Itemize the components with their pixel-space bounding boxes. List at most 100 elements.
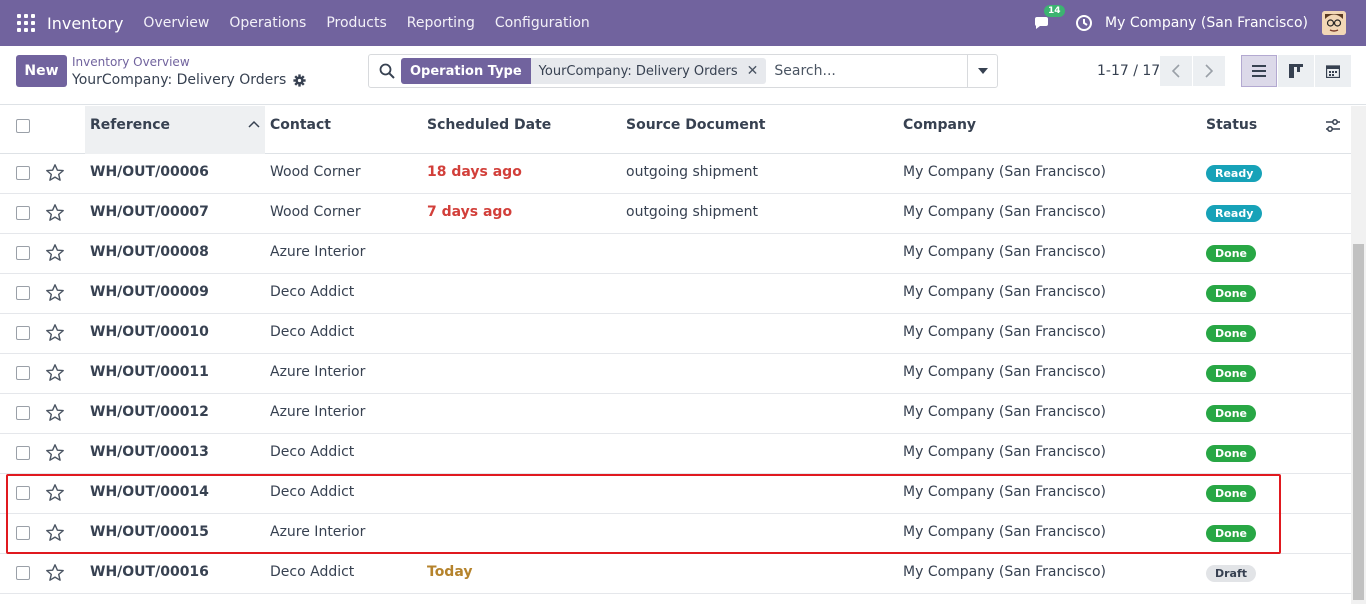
table-row[interactable]: WH/OUT/00010 Deco Addict My Company (San F… bbox=[0, 314, 1351, 354]
cell-reference: WH/OUT/00007 bbox=[90, 204, 209, 220]
star-icon[interactable] bbox=[45, 283, 65, 303]
table-row[interactable]: WH/OUT/00007 Wood Corner 7 days ago outgoin… bbox=[0, 194, 1351, 234]
star-icon[interactable] bbox=[45, 243, 65, 263]
cell-contact: Deco Addict bbox=[270, 484, 355, 500]
pager-next-button[interactable] bbox=[1193, 56, 1225, 86]
star-icon[interactable] bbox=[45, 563, 65, 583]
control-panel: New Inventory Overview YourCompany: Deli… bbox=[0, 46, 1366, 105]
star-icon[interactable] bbox=[45, 363, 65, 383]
apps-menu-icon[interactable] bbox=[17, 14, 35, 32]
scrollbar-thumb[interactable] bbox=[1353, 244, 1364, 600]
cell-contact: Wood Corner bbox=[270, 164, 361, 180]
row-checkbox[interactable] bbox=[16, 566, 30, 580]
row-checkbox[interactable] bbox=[16, 206, 30, 220]
status-badge: Done bbox=[1206, 245, 1256, 262]
cell-contact: Wood Corner bbox=[270, 204, 361, 220]
table-row[interactable]: WH/OUT/00008 Azure Interior My Company (Sa… bbox=[0, 234, 1351, 274]
row-checkbox[interactable] bbox=[16, 166, 30, 180]
optional-columns-icon[interactable] bbox=[1325, 119, 1341, 133]
menu-reporting[interactable]: Reporting bbox=[407, 15, 475, 31]
row-checkbox[interactable] bbox=[16, 446, 30, 460]
cell-company: My Company (San Francisco) bbox=[903, 204, 1106, 220]
menu-operations[interactable]: Operations bbox=[229, 15, 306, 31]
top-navbar: Inventory Overview Operations Products R… bbox=[0, 0, 1366, 46]
new-button[interactable]: New bbox=[16, 55, 67, 87]
cell-contact: Azure Interior bbox=[270, 524, 366, 540]
sort-ascending-icon bbox=[248, 120, 260, 128]
row-checkbox[interactable] bbox=[16, 286, 30, 300]
star-icon[interactable] bbox=[45, 163, 65, 183]
calendar-view-button[interactable] bbox=[1315, 55, 1351, 87]
status-badge: Ready bbox=[1206, 205, 1263, 222]
cell-source-document: outgoing shipment bbox=[626, 164, 759, 180]
cell-contact: Deco Addict bbox=[270, 444, 355, 460]
cell-contact: Azure Interior bbox=[270, 404, 366, 420]
page-title: YourCompany: Delivery Orders bbox=[72, 72, 306, 88]
select-all-checkbox[interactable] bbox=[16, 119, 30, 133]
menu-products[interactable]: Products bbox=[326, 15, 386, 31]
column-source-document[interactable]: Source Document bbox=[626, 117, 766, 133]
kanban-view-button[interactable] bbox=[1278, 55, 1314, 87]
cell-contact: Azure Interior bbox=[270, 244, 366, 260]
breadcrumb-inventory-overview[interactable]: Inventory Overview bbox=[72, 55, 190, 69]
star-icon[interactable] bbox=[45, 523, 65, 543]
star-icon[interactable] bbox=[45, 203, 65, 223]
table-row[interactable]: WH/OUT/00011 Azure Interior My Company (Sa… bbox=[0, 354, 1351, 394]
row-checkbox[interactable] bbox=[16, 486, 30, 500]
user-avatar[interactable] bbox=[1322, 11, 1346, 35]
list-view-button[interactable] bbox=[1241, 55, 1277, 87]
column-scheduled-date[interactable]: Scheduled Date bbox=[427, 117, 551, 133]
star-icon[interactable] bbox=[45, 443, 65, 463]
table-row[interactable]: WH/OUT/00014 Deco Addict My Company (San F… bbox=[0, 474, 1351, 514]
status-badge: Done bbox=[1206, 365, 1256, 382]
app-name[interactable]: Inventory bbox=[47, 14, 123, 33]
table-row[interactable]: WH/OUT/00012 Azure Interior My Company (Sa… bbox=[0, 394, 1351, 434]
column-status[interactable]: Status bbox=[1206, 117, 1257, 133]
search-options-toggle[interactable] bbox=[967, 55, 997, 87]
star-icon[interactable] bbox=[45, 483, 65, 503]
row-checkbox[interactable] bbox=[16, 246, 30, 260]
menu-configuration[interactable]: Configuration bbox=[495, 15, 590, 31]
status-badge: Done bbox=[1206, 445, 1256, 462]
table-row[interactable]: WH/OUT/00013 Deco Addict My Company (San F… bbox=[0, 434, 1351, 474]
column-reference[interactable]: Reference bbox=[90, 117, 170, 133]
cell-company: My Company (San Francisco) bbox=[903, 164, 1106, 180]
cell-reference: WH/OUT/00010 bbox=[90, 324, 209, 340]
table-row[interactable]: WH/OUT/00016 Deco Addict Today My Company (… bbox=[0, 554, 1351, 594]
row-checkbox[interactable] bbox=[16, 526, 30, 540]
status-badge: Ready bbox=[1206, 165, 1263, 182]
chevron-right-icon bbox=[1205, 64, 1213, 78]
star-icon[interactable] bbox=[45, 403, 65, 423]
table-row[interactable]: WH/OUT/00006 Wood Corner 18 days ago outgoi… bbox=[0, 154, 1351, 194]
row-checkbox[interactable] bbox=[16, 406, 30, 420]
pager-previous-button[interactable] bbox=[1160, 56, 1192, 86]
status-badge: Done bbox=[1206, 285, 1256, 302]
cell-reference: WH/OUT/00012 bbox=[90, 404, 209, 420]
company-switcher[interactable]: My Company (San Francisco) bbox=[1105, 15, 1308, 31]
row-checkbox[interactable] bbox=[16, 366, 30, 380]
row-checkbox[interactable] bbox=[16, 326, 30, 340]
star-icon[interactable] bbox=[45, 323, 65, 343]
pager-value[interactable]: 1-17 / 17 bbox=[1097, 63, 1160, 79]
gear-icon[interactable] bbox=[293, 73, 306, 87]
search-input[interactable] bbox=[774, 63, 995, 79]
activity-clock-icon[interactable] bbox=[1075, 14, 1093, 32]
cell-contact: Deco Addict bbox=[270, 284, 355, 300]
cell-reference: WH/OUT/00011 bbox=[90, 364, 209, 380]
search-icon[interactable] bbox=[379, 63, 395, 79]
remove-facet-icon[interactable]: ✕ bbox=[747, 63, 759, 79]
menu-overview[interactable]: Overview bbox=[143, 15, 209, 31]
cell-reference: WH/OUT/00013 bbox=[90, 444, 209, 460]
status-badge: Done bbox=[1206, 405, 1256, 422]
cell-source-document: outgoing shipment bbox=[626, 204, 759, 220]
table-row[interactable]: WH/OUT/00015 Azure Interior My Company (Sa… bbox=[0, 514, 1351, 554]
vertical-scrollbar[interactable] bbox=[1351, 106, 1366, 604]
chat-icon[interactable]: 14 bbox=[1033, 5, 1065, 33]
list-view-icon bbox=[1252, 65, 1266, 77]
search-facet: Operation Type YourCompany: Delivery Ord… bbox=[401, 58, 767, 84]
cell-reference: WH/OUT/00016 bbox=[90, 564, 209, 580]
cell-company: My Company (San Francisco) bbox=[903, 564, 1106, 580]
column-company[interactable]: Company bbox=[903, 117, 976, 133]
column-contact[interactable]: Contact bbox=[270, 117, 331, 133]
table-row[interactable]: WH/OUT/00009 Deco Addict My Company (San F… bbox=[0, 274, 1351, 314]
